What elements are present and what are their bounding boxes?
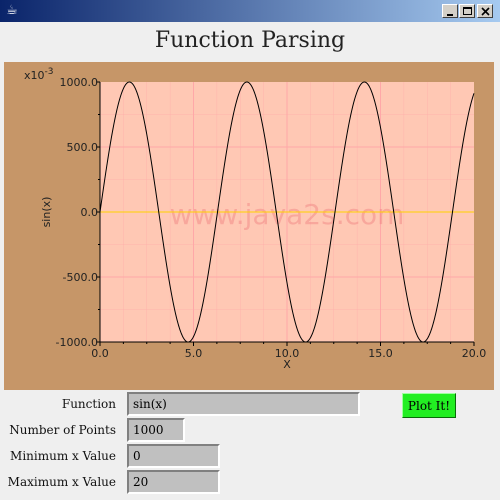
y-tick-label: -1000.0	[56, 336, 98, 349]
points-label: Number of Points	[9, 423, 116, 437]
plot-panel: www.java2s.com 0.0 5.0 10.0 15.0 20.0 1000.0 50…	[4, 62, 494, 390]
x-tick-label: 15.0	[368, 347, 393, 360]
points-input[interactable]	[127, 418, 185, 442]
maximize-icon	[463, 7, 472, 15]
y-tick-label: 0.0	[81, 206, 99, 219]
minimize-icon	[447, 14, 453, 16]
max-x-input[interactable]	[127, 470, 220, 494]
watermark-text: www.java2s.com	[170, 198, 405, 231]
minimize-button[interactable]	[442, 4, 458, 18]
x-axis-label: X	[283, 358, 291, 371]
x-tick-label: 20.0	[462, 347, 487, 360]
y-tick-label: 1000.0	[60, 76, 99, 89]
java-cup-icon: ☕	[6, 3, 18, 18]
page-title: Function Parsing	[154, 28, 346, 53]
window-titlebar[interactable]: ☕	[0, 0, 500, 22]
min-x-label: Minimum x Value	[10, 449, 116, 463]
y-axis-label: sin(x)	[40, 197, 53, 228]
y-tick-label: -500.0	[63, 271, 98, 284]
min-x-input[interactable]	[127, 444, 220, 468]
close-icon	[481, 7, 490, 16]
close-button[interactable]	[477, 4, 493, 18]
x-tick-label: 5.0	[185, 347, 203, 360]
max-x-label: Maximum x Value	[7, 475, 116, 489]
y-multiplier-label: x10-3	[24, 67, 54, 82]
function-plot: www.java2s.com0.0 5.0 10.0 15.0 20.01000.050…	[24, 67, 487, 371]
function-label: Function	[61, 397, 116, 411]
plot-it-button[interactable]: Plot It!	[402, 393, 456, 418]
y-tick-label: 500.0	[67, 141, 99, 154]
function-input[interactable]	[127, 392, 360, 416]
maximize-button[interactable]	[459, 4, 475, 18]
